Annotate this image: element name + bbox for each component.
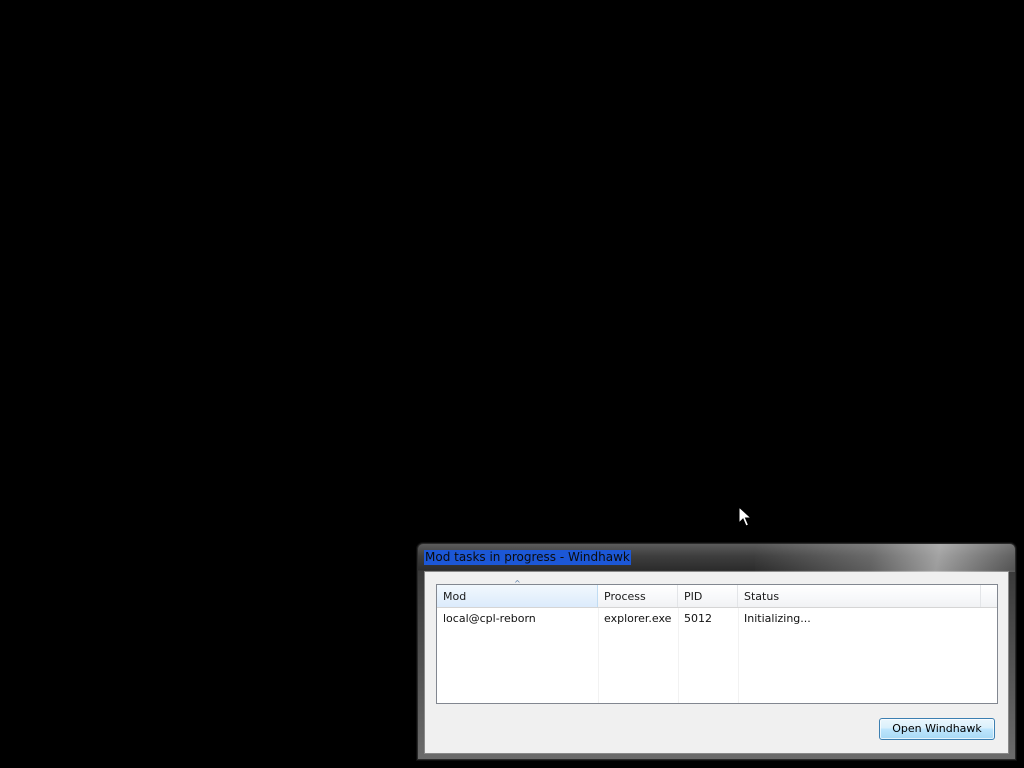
column-header-status-label: Status (744, 590, 780, 603)
column-header-process[interactable]: Process (598, 585, 678, 607)
column-header-status[interactable]: Status (738, 585, 981, 607)
cell-mod: local@cpl-reborn (443, 612, 536, 625)
open-windhawk-button[interactable]: Open Windhawk (879, 718, 995, 740)
cell-pid: 5012 (684, 612, 712, 625)
list-header: ^ Mod Process PID Status (437, 579, 997, 608)
tasks-list[interactable]: ^ Mod Process PID Status local@cpl-rebor… (436, 579, 998, 704)
column-header-pid-label: PID (684, 590, 703, 603)
title-bar[interactable]: Mod tasks in progress - Windhawk (418, 544, 1015, 571)
windhawk-tasks-dialog: Mod tasks in progress - Windhawk ^ Mod P… (417, 543, 1016, 760)
sort-ascending-icon: ^ (514, 579, 521, 588)
window-title: Mod tasks in progress - Windhawk (424, 550, 631, 565)
column-header-filler (981, 585, 997, 607)
column-header-mod[interactable]: ^ Mod (437, 579, 598, 607)
cell-status: Initializing... (744, 612, 811, 625)
column-header-pid[interactable]: PID (678, 585, 738, 607)
column-header-mod-label: Mod (443, 590, 467, 603)
dialog-client-area: ^ Mod Process PID Status local@cpl-rebor… (424, 571, 1009, 754)
arrow-cursor-icon (738, 506, 752, 527)
column-header-process-label: Process (604, 590, 646, 603)
cell-process: explorer.exe (604, 612, 672, 625)
table-row[interactable]: local@cpl-reborn explorer.exe 5012 Initi… (437, 609, 997, 627)
